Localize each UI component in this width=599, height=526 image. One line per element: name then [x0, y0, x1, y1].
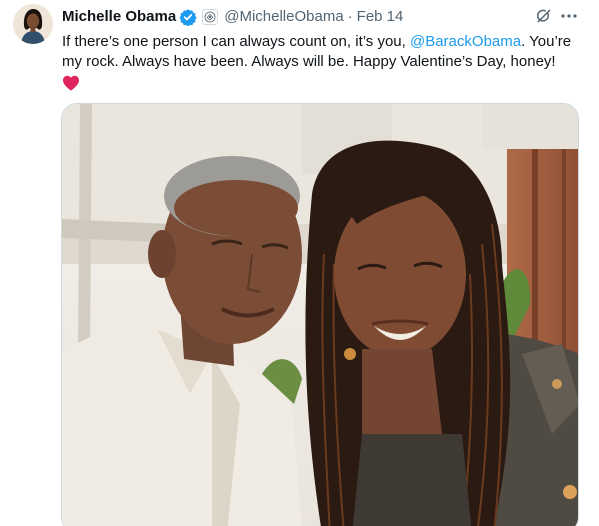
- avatar-image: [13, 4, 53, 44]
- more-options-icon[interactable]: [559, 6, 579, 26]
- tweet-photo[interactable]: [61, 103, 579, 526]
- tweet-text-part-1: If there’s one person I can always count…: [62, 33, 410, 50]
- author-avatar[interactable]: [13, 4, 53, 44]
- tweet[interactable]: Michelle Obama @MichelleObama · Feb 14 I…: [0, 0, 599, 526]
- grok-icon[interactable]: [535, 7, 553, 25]
- photo-image: [62, 104, 578, 526]
- heart-emoji-icon: [62, 75, 80, 97]
- government-seal-icon[interactable]: [202, 9, 219, 25]
- separator-dot: ·: [347, 8, 353, 25]
- mention-link[interactable]: @BarackObama: [410, 33, 521, 50]
- tweet-date[interactable]: Feb 14: [357, 7, 404, 27]
- verified-badge-icon[interactable]: [179, 8, 197, 26]
- author-name[interactable]: Michelle Obama: [62, 7, 176, 27]
- tweet-header: Michelle Obama @MichelleObama · Feb 14: [62, 7, 403, 27]
- author-handle[interactable]: @MichelleObama: [224, 7, 343, 27]
- tweet-text: If there’s one person I can always count…: [62, 32, 587, 97]
